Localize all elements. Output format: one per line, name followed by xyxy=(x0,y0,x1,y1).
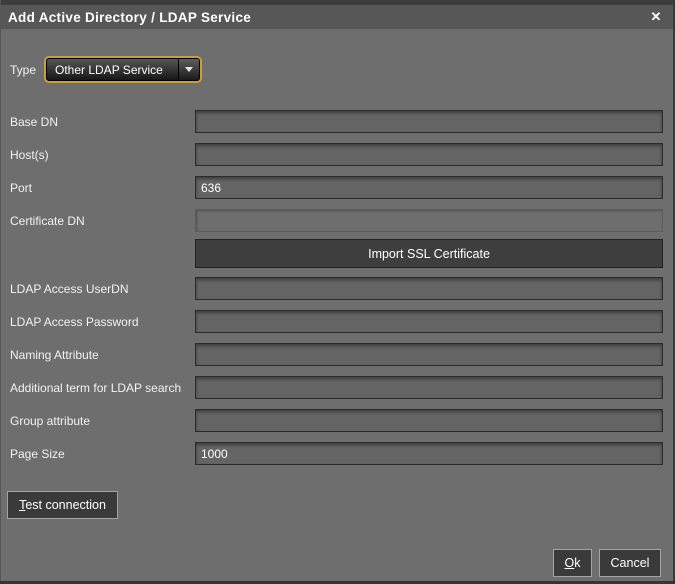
ldap-access-password-input[interactable] xyxy=(195,310,663,333)
type-dropdown-inner: Other LDAP Service xyxy=(47,59,199,80)
test-connection-button[interactable]: Test connection xyxy=(7,491,118,519)
close-icon[interactable]: ✕ xyxy=(647,5,665,29)
chevron-down-icon xyxy=(185,67,193,72)
port-input[interactable] xyxy=(195,176,663,199)
dialog-titlebar: Add Active Directory / LDAP Service xyxy=(1,5,673,29)
naming-attribute-label: Naming Attribute xyxy=(10,348,99,363)
page-size-label: Page Size xyxy=(10,447,65,462)
type-dropdown-value: Other LDAP Service xyxy=(47,59,178,80)
group-attribute-label: Group attribute xyxy=(10,414,90,429)
group-attribute-input[interactable] xyxy=(195,409,663,432)
ok-mnemonic: O xyxy=(565,556,575,570)
ldap-access-userdn-label: LDAP Access UserDN xyxy=(10,282,128,297)
ldap-access-password-label: LDAP Access Password xyxy=(10,315,139,330)
port-label: Port xyxy=(10,181,32,196)
additional-term-input[interactable] xyxy=(195,376,663,399)
additional-term-label: Additional term for LDAP search xyxy=(10,381,181,396)
ok-button[interactable]: Ok xyxy=(553,549,592,577)
base-dn-input[interactable] xyxy=(195,110,663,133)
hosts-input[interactable] xyxy=(195,143,663,166)
hosts-label: Host(s) xyxy=(10,148,49,163)
dialog-title: Add Active Directory / LDAP Service xyxy=(1,10,251,25)
naming-attribute-input[interactable] xyxy=(195,343,663,366)
type-label: Type xyxy=(10,63,36,78)
import-ssl-certificate-button[interactable]: Import SSL Certificate xyxy=(195,239,663,268)
page-size-input[interactable] xyxy=(195,442,663,465)
certificate-dn-label: Certificate DN xyxy=(10,214,85,229)
ldap-access-userdn-input[interactable] xyxy=(195,277,663,300)
type-dropdown[interactable]: Other LDAP Service xyxy=(44,56,202,83)
test-connection-label: est connection xyxy=(25,498,106,512)
ok-label: k xyxy=(574,556,580,570)
type-dropdown-arrow-button[interactable] xyxy=(178,59,199,80)
cancel-button[interactable]: Cancel xyxy=(599,549,661,577)
base-dn-label: Base DN xyxy=(10,115,58,130)
certificate-dn-input xyxy=(195,209,663,232)
dialog-border-left xyxy=(0,0,1,584)
add-ldap-service-dialog: Add Active Directory / LDAP Service ✕ Ty… xyxy=(0,0,675,584)
